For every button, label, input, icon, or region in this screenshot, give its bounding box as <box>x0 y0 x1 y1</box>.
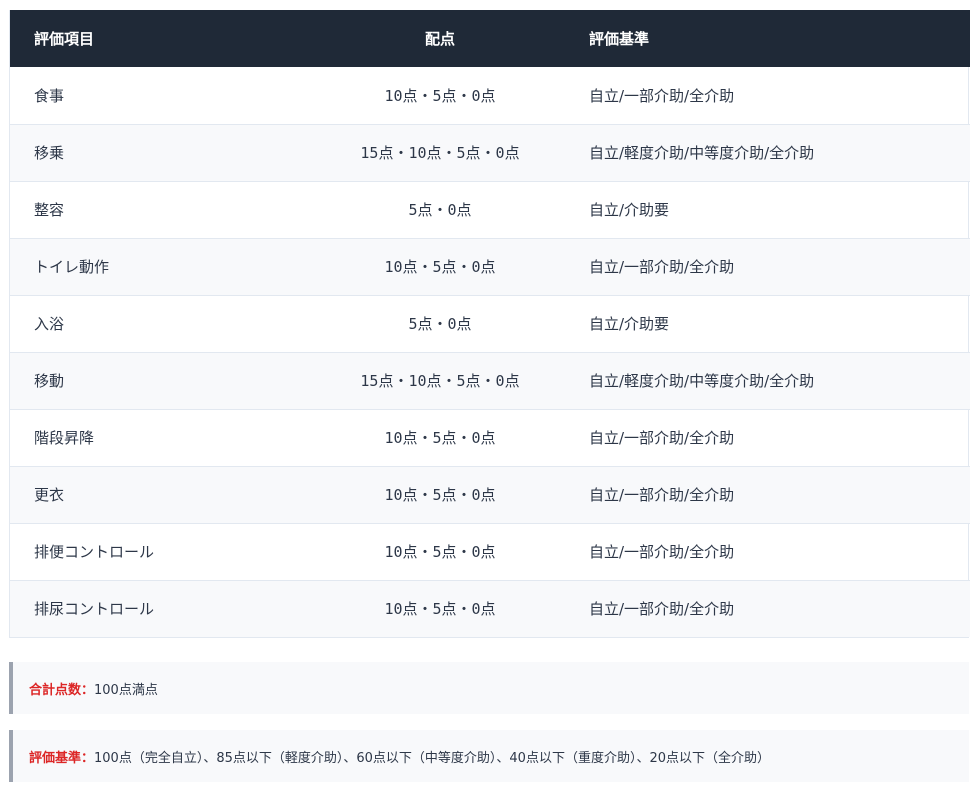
table-row: 整容 5点・0点 自立/介助要 <box>10 181 970 238</box>
cell-score: 10点・5点・0点 <box>384 486 496 504</box>
table-row: 階段昇降 10点・5点・0点 自立/一部介助/全介助 <box>10 409 970 466</box>
cell-item: 排便コントロール <box>34 543 155 561</box>
cell-item: 移乗 <box>34 144 65 162</box>
cell-score: 10点・5点・0点 <box>384 543 496 561</box>
cell-criteria: 自立/一部介助/全介助 <box>589 258 735 276</box>
table-row: 移乗 15点・10点・5点・0点 自立/軽度介助/中等度介助/全介助 <box>10 124 970 181</box>
table-header-row: 評価項目 配点 評価基準 <box>10 10 970 67</box>
table-row: トイレ動作 10点・5点・0点 自立/一部介助/全介助 <box>10 238 970 295</box>
cell-item: 食事 <box>34 86 65 105</box>
total-score-label: 合計点数： <box>29 682 95 698</box>
header-item: 評価項目 <box>34 30 95 48</box>
table-row: 更衣 10点・5点・0点 自立/一部介助/全介助 <box>10 466 970 523</box>
cell-item: 排尿コントロール <box>34 600 155 619</box>
cell-criteria: 自立/介助要 <box>589 201 670 219</box>
table-row: 排尿コントロール 10点・5点・0点 自立/一部介助/全介助 <box>10 580 970 637</box>
cell-score: 10点・5点・0点 <box>384 429 496 447</box>
cell-criteria: 自立/一部介助/全介助 <box>589 86 735 105</box>
cell-score: 10点・5点・0点 <box>384 600 496 619</box>
cell-item: トイレ動作 <box>34 258 110 276</box>
cell-item: 更衣 <box>34 486 65 504</box>
cell-criteria: 自立/軽度介助/中等度介助/全介助 <box>589 144 815 162</box>
total-score-note: 合計点数： 100点満点 <box>9 662 969 714</box>
cell-score: 15点・10点・5点・0点 <box>360 144 520 162</box>
header-score: 配点 <box>424 30 455 48</box>
table-row: 排便コントロール 10点・5点・0点 自立/一部介助/全介助 <box>10 523 970 580</box>
cell-score: 5点・0点 <box>408 315 472 333</box>
criteria-label: 評価基準： <box>29 750 95 766</box>
evaluation-table: 評価項目 配点 評価基準 食事 10点・5点・0点 自立/一部介助/全介助 移乗… <box>10 10 970 637</box>
table-row: 食事 10点・5点・0点 自立/一部介助/全介助 <box>10 67 970 124</box>
cell-criteria: 自立/一部介助/全介助 <box>589 429 735 447</box>
cell-criteria: 自立/一部介助/全介助 <box>589 486 735 504</box>
evaluation-table-container: 評価項目 配点 評価基準 食事 10点・5点・0点 自立/一部介助/全介助 移乗… <box>9 10 970 638</box>
cell-criteria: 自立/介助要 <box>589 315 670 333</box>
cell-score: 5点・0点 <box>408 201 472 219</box>
cell-item: 階段昇降 <box>34 429 95 447</box>
cell-criteria: 自立/一部介助/全介助 <box>589 600 735 619</box>
table-row: 入浴 5点・0点 自立/介助要 <box>10 295 970 352</box>
header-criteria: 評価基準 <box>589 30 650 48</box>
cell-score: 15点・10点・5点・0点 <box>360 372 520 390</box>
total-score-text: 100点満点 <box>94 682 158 698</box>
table-row: 移動 15点・10点・5点・0点 自立/軽度介助/中等度介助/全介助 <box>10 352 970 409</box>
cell-score: 10点・5点・0点 <box>384 86 496 105</box>
criteria-text: 100点（完全自立）、85点以下（軽度介助）、60点以下（中等度介助）、40点以… <box>94 750 770 766</box>
cell-score: 10点・5点・0点 <box>384 258 496 276</box>
cell-criteria: 自立/一部介助/全介助 <box>589 543 735 561</box>
cell-criteria: 自立/軽度介助/中等度介助/全介助 <box>589 372 815 390</box>
cell-item: 整容 <box>34 201 65 219</box>
cell-item: 入浴 <box>34 315 65 333</box>
criteria-note: 評価基準： 100点（完全自立）、85点以下（軽度介助）、60点以下（中等度介助… <box>9 730 969 782</box>
cell-item: 移動 <box>34 372 65 390</box>
